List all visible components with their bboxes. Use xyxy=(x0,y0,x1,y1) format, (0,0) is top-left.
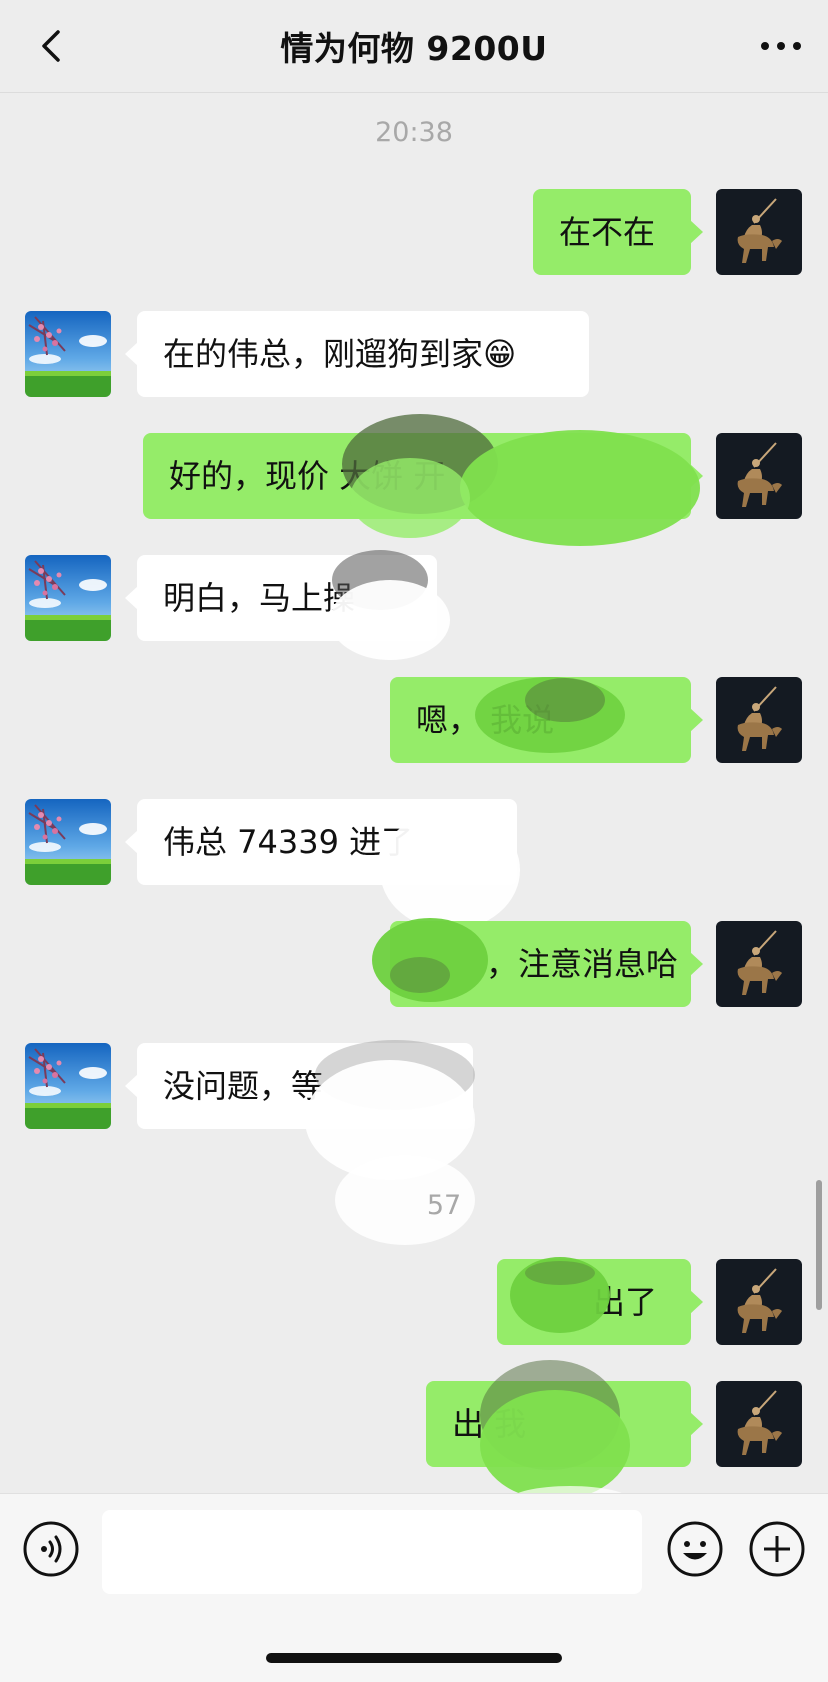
message-bubble[interactable]: 好的，现价 大饼 开 xyxy=(143,433,703,519)
message-text: ，注意消息哈 xyxy=(486,945,679,983)
timestamp: 20:38 xyxy=(375,117,453,148)
timestamp: 57 xyxy=(426,1190,462,1221)
message-text: 出 我 xyxy=(452,1405,527,1443)
more-dots-icon[interactable] xyxy=(756,28,806,64)
message-text: 没问题，等 xyxy=(163,1067,324,1105)
emoji-icon[interactable] xyxy=(666,1520,724,1578)
message-text: 嗯， 我说 xyxy=(416,701,555,739)
my-avatar[interactable] xyxy=(716,921,802,1007)
message-bubble[interactable]: 在的伟总，刚遛狗到家😁 xyxy=(125,311,589,397)
contact-avatar[interactable] xyxy=(25,799,111,885)
message-input[interactable] xyxy=(102,1510,642,1594)
my-avatar[interactable] xyxy=(716,189,802,275)
message-bubble[interactable]: 伟总 74339 进了 xyxy=(125,799,517,885)
message-text: 在的伟总，刚遛狗到家😁 xyxy=(163,335,517,373)
message-text: 出了 xyxy=(593,1283,658,1321)
message-bubble[interactable]: 嗯， 我说 xyxy=(390,677,703,763)
contact-avatar[interactable] xyxy=(25,1043,111,1129)
message-bubble[interactable]: 出 我 xyxy=(426,1381,703,1467)
home-indicator[interactable] xyxy=(266,1653,562,1663)
chat-title: 情为何物 9200U xyxy=(280,29,548,68)
scrollbar[interactable] xyxy=(816,1180,822,1310)
my-avatar[interactable] xyxy=(716,1259,802,1345)
my-avatar[interactable] xyxy=(716,677,802,763)
message-text: 好的，现价 大饼 开 xyxy=(169,457,446,495)
message-bubble[interactable]: ，注意消息哈 xyxy=(390,921,703,1007)
plus-icon[interactable] xyxy=(748,1520,806,1578)
contact-avatar[interactable] xyxy=(25,555,111,641)
message-text: 明白，马上操 xyxy=(163,579,356,617)
my-avatar[interactable] xyxy=(716,433,802,519)
message-bubble[interactable]: 没问题，等 xyxy=(125,1043,473,1129)
contact-avatar[interactable] xyxy=(25,311,111,397)
chat-header: 情为何物 9200U xyxy=(0,0,828,93)
message-text: 伟总 74339 进了 xyxy=(163,823,414,861)
message-bubble[interactable]: 在不在 xyxy=(533,189,703,275)
message-bubble[interactable]: 出了 xyxy=(497,1259,703,1345)
message-bubble[interactable]: 明白，马上操 xyxy=(125,555,437,641)
voice-icon[interactable] xyxy=(22,1520,80,1578)
my-avatar[interactable] xyxy=(716,1381,802,1467)
message-text: 在不在 xyxy=(559,213,656,251)
